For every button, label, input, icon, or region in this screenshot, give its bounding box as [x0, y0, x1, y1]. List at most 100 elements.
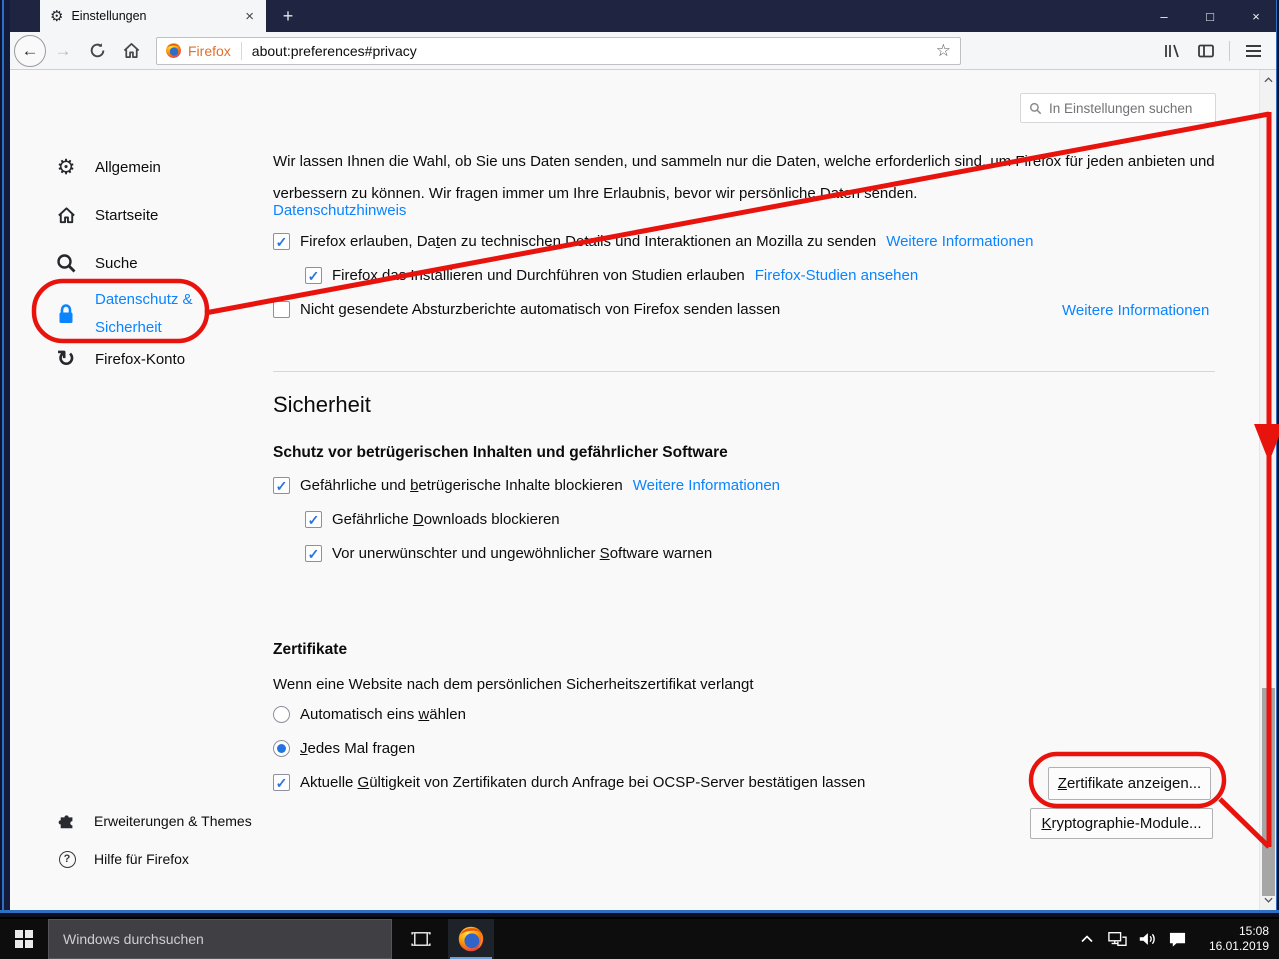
checkbox-row-block-downloads: ✓ Gefährliche Downloads blockieren: [305, 511, 560, 528]
minimize-button[interactable]: –: [1141, 0, 1187, 32]
back-button[interactable]: ←: [14, 35, 46, 67]
volume-icon[interactable]: [1135, 927, 1159, 951]
radio-row-auto-select: Automatisch eins wählen: [273, 706, 466, 723]
home-button[interactable]: [116, 36, 146, 66]
sidebar-item-erweiterungen-themes[interactable]: Erweiterungen & Themes: [58, 810, 252, 832]
settings-search-input[interactable]: In Einstellungen suchen: [1020, 93, 1216, 123]
weitere-informationen-link[interactable]: Weitere Informationen: [1062, 302, 1209, 319]
datenschutzhinweis-link[interactable]: Datenschutzhinweis: [273, 202, 406, 219]
checkbox-row-crash-reports: Nicht gesendete Absturzberichte automati…: [273, 301, 780, 318]
sidebar-toggle-button[interactable]: [1191, 36, 1221, 66]
toolbar-separator: [1229, 41, 1230, 61]
checkbox-label: Vor unerwünschter und ungewöhnlicher Sof…: [332, 545, 712, 562]
sidebar-item-hilfe[interactable]: ? Hilfe für Firefox: [58, 848, 189, 870]
site-identity-chip[interactable]: Firefox: [157, 38, 241, 64]
reload-button[interactable]: [82, 36, 112, 66]
checkbox-checked[interactable]: ✓: [273, 477, 290, 494]
tab-title: Einstellungen: [71, 9, 241, 23]
clock-time: 15:08: [1203, 924, 1269, 939]
sidebar-item-firefox-konto[interactable]: ↻ Firefox-Konto: [55, 348, 185, 370]
weitere-informationen-link[interactable]: Weitere Informationen: [633, 477, 780, 494]
label-line2: Sicherheit: [95, 319, 162, 336]
sidebar-item-label: Erweiterungen & Themes: [94, 813, 252, 829]
windows-taskbar: Windows durchsuchen: [0, 919, 1279, 959]
checkbox-checked[interactable]: ✓: [305, 267, 322, 284]
forward-icon: →: [55, 41, 72, 61]
checkbox-checked[interactable]: ✓: [305, 545, 322, 562]
library-button[interactable]: [1157, 36, 1187, 66]
scrollbar-thumb[interactable]: [1262, 688, 1275, 896]
clock-date: 16.01.2019: [1203, 939, 1269, 954]
checkbox-label: Gefährliche und betrügerische Inhalte bl…: [300, 477, 623, 494]
taskbar-clock[interactable]: 15:08 16.01.2019: [1195, 924, 1269, 954]
radio-selected[interactable]: [273, 740, 290, 757]
back-icon: ←: [22, 41, 39, 61]
scrollbar-down-arrow[interactable]: [1260, 892, 1276, 908]
close-window-button[interactable]: ×: [1233, 0, 1279, 32]
tray-chevron-up-icon[interactable]: [1075, 927, 1099, 951]
sidebar-item-allgemein[interactable]: ⚙ Allgemein: [55, 156, 161, 178]
library-icon: [1163, 42, 1181, 60]
navigation-toolbar: ← →: [10, 32, 1276, 70]
sync-icon: ↻: [55, 348, 77, 370]
browser-window: ⚙ Einstellungen × + – □ × ← →: [0, 0, 1279, 917]
firefox-icon: [165, 42, 182, 59]
kryptographie-module-button[interactable]: Kryptographie-Module...: [1030, 808, 1213, 839]
checkbox-checked[interactable]: ✓: [305, 511, 322, 528]
security-section-title: Sicherheit: [273, 392, 371, 418]
checkbox-row-telemetry: ✓ Firefox erlauben, Daten zu technischen…: [273, 233, 1034, 250]
sidebar-toggle-icon: [1197, 42, 1215, 60]
notification-center-icon[interactable]: [1165, 927, 1189, 951]
url-text[interactable]: about:preferences#privacy: [242, 43, 936, 59]
network-icon[interactable]: [1105, 927, 1129, 951]
sidebar-item-label: Allgemein: [95, 159, 161, 176]
puzzle-icon: [58, 810, 76, 832]
lock-icon: [55, 303, 77, 325]
maximize-button[interactable]: □: [1187, 0, 1233, 32]
radio-unselected[interactable]: [273, 706, 290, 723]
menu-button[interactable]: [1238, 36, 1268, 66]
sidebar-item-label: Hilfe für Firefox: [94, 851, 189, 867]
url-bar[interactable]: Firefox about:preferences#privacy ☆: [156, 37, 961, 65]
start-button[interactable]: [0, 919, 48, 959]
checkbox-checked[interactable]: ✓: [273, 233, 290, 250]
gear-icon: ⚙: [55, 156, 77, 178]
sidebar-item-label: Firefox-Konto: [95, 351, 185, 368]
certificates-description: Wenn eine Website nach dem persönlichen …: [273, 674, 754, 696]
taskbar-search-input[interactable]: Windows durchsuchen: [48, 919, 392, 959]
firefox-studien-link[interactable]: Firefox-Studien ansehen: [755, 267, 918, 284]
sidebar-item-suche[interactable]: Suche: [55, 252, 138, 274]
task-view-button[interactable]: [398, 919, 444, 959]
forward-button[interactable]: →: [48, 36, 78, 66]
checkbox-checked[interactable]: ✓: [273, 774, 290, 791]
page-scrollbar[interactable]: [1259, 70, 1276, 910]
checkbox-label: Firefox das Installieren und Durchführen…: [332, 267, 745, 284]
hamburger-menu-icon: [1246, 45, 1261, 57]
taskbar-firefox-button[interactable]: [448, 919, 494, 959]
tab-einstellungen[interactable]: ⚙ Einstellungen ×: [40, 0, 266, 32]
zertifikate-anzeigen-button[interactable]: Zertifikate anzeigen...: [1048, 767, 1211, 800]
preferences-page: In Einstellungen suchen ⚙ Allgemein Star…: [10, 70, 1276, 910]
tab-close-icon[interactable]: ×: [241, 8, 258, 25]
checkbox-label: Firefox erlauben, Daten zu technischen D…: [300, 233, 876, 250]
sidebar-item-label: Datenschutz & Sicherheit: [95, 286, 193, 342]
scrollbar-up-arrow[interactable]: [1260, 72, 1276, 88]
system-tray: 15:08 16.01.2019: [1075, 919, 1279, 959]
certificates-heading: Zertifikate: [273, 641, 347, 659]
settings-search-placeholder: In Einstellungen suchen: [1049, 101, 1192, 116]
checkbox-row-ocsp: ✓ Aktuelle Gültigkeit von Zertifikaten d…: [273, 774, 865, 791]
bookmark-star-icon[interactable]: ☆: [936, 41, 960, 61]
weitere-informationen-link[interactable]: Weitere Informationen: [886, 233, 1033, 250]
sidebar-item-datenschutz-sicherheit[interactable]: Datenschutz & Sicherheit: [55, 286, 193, 342]
windows-logo-icon: [15, 930, 33, 948]
new-tab-button[interactable]: +: [272, 0, 304, 32]
radio-row-ask-every-time: Jedes Mal fragen: [273, 740, 415, 757]
data-collection-paragraph: Wir lassen Ihnen die Wahl, ob Sie uns Da…: [273, 146, 1218, 210]
radio-label: Jedes Mal fragen: [300, 740, 415, 757]
checkbox-row-block-dangerous: ✓ Gefährliche und betrügerische Inhalte …: [273, 477, 780, 494]
window-border-bottom: [0, 910, 1279, 917]
brand-label: Firefox: [188, 43, 231, 59]
reload-icon: [89, 42, 106, 59]
sidebar-item-startseite[interactable]: Startseite: [55, 204, 158, 226]
checkbox-unchecked[interactable]: [273, 301, 290, 318]
